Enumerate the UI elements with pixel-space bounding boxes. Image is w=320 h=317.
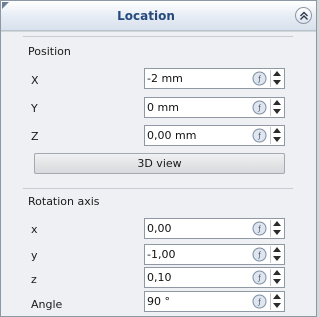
arrow-down-icon[interactable]	[271, 108, 283, 116]
spin-buttons	[270, 246, 283, 263]
rotation-z-label: z	[31, 273, 37, 286]
position-z-field[interactable]: 0,00 mm ƒ	[144, 125, 285, 146]
position-y-value[interactable]: 0 mm	[147, 101, 179, 114]
arrow-down-icon[interactable]	[271, 136, 283, 144]
rotation-group-frame	[23, 188, 293, 189]
expression-icon[interactable]: ƒ	[252, 270, 267, 285]
rotation-angle-value[interactable]: 90 °	[147, 295, 170, 308]
arrow-down-icon[interactable]	[271, 302, 283, 310]
spin-buttons	[270, 220, 283, 237]
arrow-down-icon[interactable]	[271, 229, 283, 237]
spin-buttons	[270, 269, 283, 286]
position-y-field[interactable]: 0 mm ƒ	[144, 97, 285, 118]
rotation-x-field[interactable]: 0,00 ƒ	[144, 218, 285, 239]
rotation-group-title: Rotation axis	[28, 195, 100, 208]
panel-title: Location	[117, 9, 175, 23]
arrow-down-icon[interactable]	[271, 278, 283, 286]
rotation-x-label: x	[31, 223, 38, 236]
svg-text:ƒ: ƒ	[257, 274, 261, 282]
expression-icon[interactable]: ƒ	[252, 247, 267, 262]
arrow-down-icon[interactable]	[271, 79, 283, 87]
position-group-title: Position	[28, 45, 71, 58]
expression-icon[interactable]: ƒ	[252, 71, 267, 86]
rotation-y-label: y	[31, 249, 38, 262]
expression-icon[interactable]: ƒ	[252, 100, 267, 115]
spin-buttons	[270, 99, 283, 116]
position-y-label: Y	[31, 102, 38, 115]
rotation-angle-label: Angle	[31, 298, 63, 311]
arrow-up-icon[interactable]	[271, 99, 283, 107]
svg-text:ƒ: ƒ	[257, 75, 261, 83]
rotation-z-value[interactable]: 0,10	[147, 271, 172, 284]
location-panel: Location Position X -2 mm ƒ Y 0 mm ƒ Z 0…	[0, 0, 317, 317]
arrow-up-icon[interactable]	[271, 293, 283, 301]
3d-view-button[interactable]: 3D view	[34, 153, 285, 174]
rotation-y-field[interactable]: -1,00 ƒ	[144, 244, 285, 265]
rotation-angle-field[interactable]: 90 ° ƒ	[144, 291, 285, 312]
arrow-down-icon[interactable]	[271, 255, 283, 263]
svg-text:ƒ: ƒ	[257, 251, 261, 259]
position-group-frame	[23, 36, 293, 37]
expression-icon[interactable]: ƒ	[252, 221, 267, 236]
svg-text:ƒ: ƒ	[257, 104, 261, 112]
panel-body: Position X -2 mm ƒ Y 0 mm ƒ Z 0,00 mm ƒ …	[1, 32, 316, 316]
double-chevron-up-icon	[300, 11, 308, 20]
panel-header[interactable]: Location	[1, 1, 316, 31]
collapse-button[interactable]	[295, 7, 312, 24]
spin-buttons	[270, 293, 283, 310]
expression-icon[interactable]: ƒ	[252, 128, 267, 143]
position-x-field[interactable]: -2 mm ƒ	[144, 68, 285, 89]
arrow-up-icon[interactable]	[271, 269, 283, 277]
position-x-label: X	[31, 74, 39, 87]
rotation-z-field[interactable]: 0,10 ƒ	[144, 267, 285, 288]
position-z-value[interactable]: 0,00 mm	[147, 129, 196, 142]
position-z-label: Z	[31, 130, 39, 143]
arrow-up-icon[interactable]	[271, 127, 283, 135]
spin-buttons	[270, 127, 283, 144]
svg-text:ƒ: ƒ	[257, 225, 261, 233]
expression-icon[interactable]: ƒ	[252, 294, 267, 309]
arrow-up-icon[interactable]	[271, 246, 283, 254]
svg-text:ƒ: ƒ	[257, 298, 261, 306]
rotation-x-value[interactable]: 0,00	[147, 222, 172, 235]
spin-buttons	[270, 70, 283, 87]
rotation-y-value[interactable]: -1,00	[147, 248, 175, 261]
arrow-up-icon[interactable]	[271, 220, 283, 228]
svg-text:ƒ: ƒ	[257, 132, 261, 140]
position-x-value[interactable]: -2 mm	[147, 72, 183, 85]
arrow-up-icon[interactable]	[271, 70, 283, 78]
